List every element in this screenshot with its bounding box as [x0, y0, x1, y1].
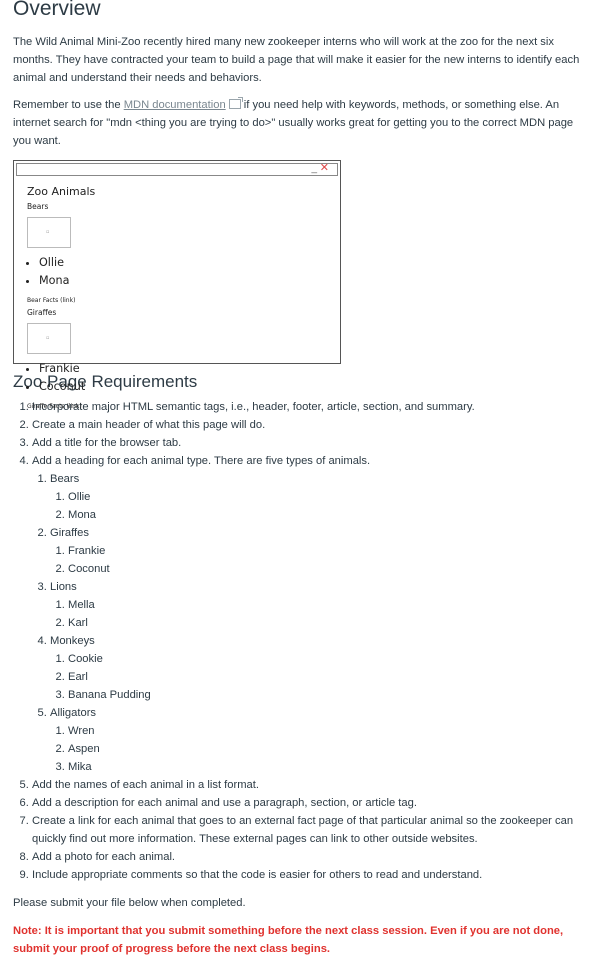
- animal-type-monkeys: Monkeys Cookie Earl Banana Pudding: [50, 632, 586, 704]
- requirement-7: Create a link for each animal that goes …: [32, 812, 586, 848]
- minimize-icon: _: [311, 163, 317, 174]
- requirement-4-text: Add a heading for each animal type. Ther…: [32, 455, 371, 467]
- broken-image-icon: ▫: [46, 229, 50, 235]
- animal-type-label: Monkeys: [50, 635, 95, 647]
- bear-facts-link: Bear Facts (link): [27, 297, 76, 304]
- requirement-5: Add the names of each animal in a list f…: [32, 776, 586, 794]
- list-item: Ollie: [39, 254, 336, 272]
- animal-type-label: Bears: [50, 473, 80, 485]
- animal-name: Frankie: [68, 542, 586, 560]
- mdn-paragraph: Remember to use the MDN documentation if…: [13, 96, 586, 150]
- requirement-4: Add a heading for each animal type. Ther…: [32, 452, 586, 776]
- broken-image-icon: ▫: [46, 335, 50, 341]
- animal-name: Wren: [68, 722, 586, 740]
- giraffes-photo-placeholder: ▫: [27, 323, 71, 354]
- requirement-9: Include appropriate comments so that the…: [32, 866, 586, 884]
- requirement-2: Create a main header of what this page w…: [32, 416, 586, 434]
- list-item: Frankie: [39, 360, 336, 378]
- list-item: Coconut: [39, 378, 336, 396]
- animal-type-label: Giraffes: [50, 527, 89, 539]
- bears-photo-placeholder: ▫: [27, 217, 71, 248]
- external-link-icon: [228, 97, 243, 109]
- submit-instruction: Please submit your file below when compl…: [13, 897, 246, 909]
- animal-name: Earl: [68, 668, 586, 686]
- animal-name: Ollie: [68, 488, 586, 506]
- mockup-content: Zoo Animals Bears ▫ Ollie Mona Bear Fact…: [27, 185, 336, 411]
- mockup-title: Zoo Animals: [27, 185, 96, 198]
- animal-names-list: Cookie Earl Banana Pudding: [50, 650, 586, 704]
- mockup-title-bar: _ ✕: [16, 162, 338, 176]
- animal-type-lions: Lions Mella Karl: [50, 578, 586, 632]
- mockup-bears-heading: Bears: [27, 202, 49, 211]
- giraffe-facts-link: Giraffe Facts (link): [27, 403, 82, 410]
- mockup-giraffes-list: Frankie Coconut: [27, 360, 336, 396]
- animal-name: Mona: [68, 506, 586, 524]
- overview-heading: Overview: [13, 0, 101, 20]
- close-icon: ✕: [319, 162, 329, 174]
- animal-name: Cookie: [68, 650, 586, 668]
- animal-names-list: Wren Aspen Mika: [50, 722, 586, 776]
- animal-name: Mika: [68, 758, 586, 776]
- requirement-8: Add a photo for each animal.: [32, 848, 586, 866]
- list-item: Mona: [39, 272, 336, 290]
- mockup-giraffes-heading: Giraffes: [27, 308, 57, 317]
- animal-names-list: Ollie Mona: [50, 488, 586, 524]
- animal-types-list: Bears Ollie Mona Giraffes Frankie Coconu…: [32, 470, 586, 776]
- animal-names-list: Mella Karl: [50, 596, 586, 632]
- requirement-3: Add a title for the browser tab.: [32, 434, 586, 452]
- animal-name: Mella: [68, 596, 586, 614]
- requirements-list: Incorporate major HTML semantic tags, i.…: [13, 398, 586, 884]
- animal-type-bears: Bears Ollie Mona: [50, 470, 586, 524]
- animal-type-label: Lions: [50, 581, 77, 593]
- animal-names-list: Frankie Coconut: [50, 542, 586, 578]
- assignment-page: Overview The Wild Animal Mini-Zoo recent…: [0, 0, 599, 958]
- submission-note: Note: It is important that you submit so…: [13, 925, 564, 955]
- animal-type-giraffes: Giraffes Frankie Coconut: [50, 524, 586, 578]
- animal-name: Coconut: [68, 560, 586, 578]
- mdn-documentation-link[interactable]: MDN documentation: [124, 99, 226, 111]
- animal-name: Aspen: [68, 740, 586, 758]
- zoo-page-mockup: _ ✕ Zoo Animals Bears ▫ Ollie Mona Bear …: [13, 160, 341, 410]
- animal-name: Karl: [68, 614, 586, 632]
- requirement-6: Add a description for each animal and us…: [32, 794, 586, 812]
- mdn-text-before: Remember to use the: [13, 99, 124, 111]
- mockup-bears-list: Ollie Mona: [27, 254, 336, 290]
- animal-name: Banana Pudding: [68, 686, 586, 704]
- animal-type-alligators: Alligators Wren Aspen Mika: [50, 704, 586, 776]
- intro-paragraph: The Wild Animal Mini-Zoo recently hired …: [13, 36, 580, 84]
- animal-type-label: Alligators: [50, 707, 97, 719]
